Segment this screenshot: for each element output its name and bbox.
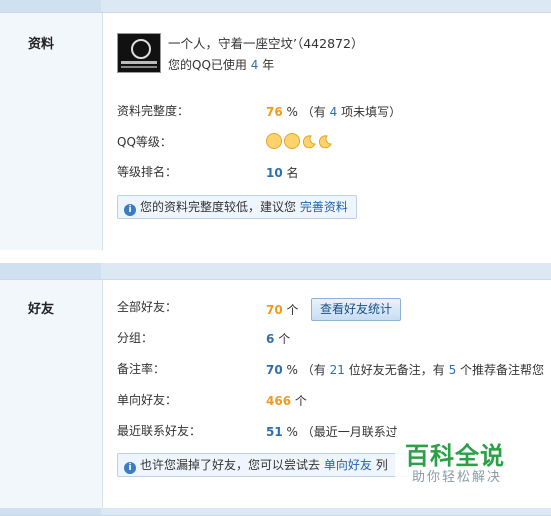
- rank-row: 10 名: [266, 164, 299, 181]
- profile-notice: i 您的资料完整度较低，建议您 完善资料: [117, 195, 357, 219]
- years-value: 4: [250, 58, 259, 72]
- friends-notice: i 也许您漏掉了好友，您可以尝试去 单向好友 列: [117, 453, 409, 477]
- all-friends-label: 全部好友：: [117, 300, 178, 314]
- watermark-subtitle: 助你轻松解决: [412, 470, 503, 485]
- rank-label: 等级排名：: [117, 165, 178, 179]
- sun-icon: [266, 133, 282, 149]
- recent-label: 最近联系好友：: [117, 424, 202, 438]
- groups-row: 6 个: [266, 330, 290, 347]
- completeness-missing: 4: [329, 105, 338, 119]
- recent-value: 51: [266, 425, 283, 439]
- remark-value: 70: [266, 363, 283, 377]
- profile-section-title: 资料: [28, 37, 55, 52]
- oneway-label: 单向好友：: [117, 393, 178, 407]
- info-icon: i: [124, 204, 136, 216]
- recent-unit: %: [286, 425, 298, 439]
- completeness-note-suffix: 项未填写）: [341, 105, 402, 119]
- completeness-value: 76: [266, 105, 283, 119]
- years-prefix: 您的QQ已使用: [168, 58, 247, 72]
- info-icon: i: [124, 462, 136, 474]
- completeness-unit: %: [286, 105, 298, 119]
- nickname: 一个人，守着一座空坟’: [168, 36, 297, 51]
- rank-unit: 名: [286, 166, 299, 180]
- profile-section: 资料 一个人，守着一座空坟’（442872） 您的QQ已使用 4 年 资料完整度…: [0, 13, 551, 250]
- remark-recommend[interactable]: 5: [449, 363, 457, 377]
- all-friends-value: 70: [266, 303, 283, 317]
- complete-profile-link[interactable]: 完善资料: [300, 200, 348, 214]
- completeness-row: 76 % （有 4 项未填写）: [266, 103, 401, 120]
- avatar-emblem: [131, 39, 151, 59]
- remark-label: 备注率：: [117, 362, 166, 376]
- years-line: 您的QQ已使用 4 年: [168, 56, 274, 73]
- all-friends-row: 70 个: [266, 301, 299, 318]
- moon-icon: [302, 135, 316, 149]
- bottom-band-tab: [0, 508, 101, 515]
- level-label: QQ等级：: [117, 135, 172, 149]
- oneway-friends-link[interactable]: 单向好友: [324, 458, 372, 472]
- completeness-label: 资料完整度：: [117, 104, 190, 118]
- remark-row: 70 % （有 21 位好友无备注，有 5 个推荐备注帮您: [266, 361, 544, 378]
- years-suffix: 年: [262, 58, 275, 72]
- level-icons[interactable]: [266, 133, 334, 149]
- moon-icon: [318, 135, 332, 149]
- friends-notice-tail: 列: [375, 458, 388, 472]
- friends-sidebar: 好友: [0, 280, 103, 515]
- recent-note: （最近一月联系过: [301, 425, 398, 439]
- groups-label: 分组：: [117, 331, 154, 345]
- all-friends-unit: 个: [286, 303, 299, 317]
- remark-unremarked: 21: [329, 363, 345, 377]
- nickname-line: 一个人，守着一座空坟’（442872）: [168, 33, 363, 52]
- oneway-value: 466: [266, 394, 292, 408]
- sun-icon: [284, 133, 300, 149]
- friend-stats-button[interactable]: 查看好友统计: [311, 298, 401, 321]
- friends-notice-text: 也许您漏掉了好友，您可以尝试去: [140, 458, 321, 472]
- avatar[interactable]: [117, 33, 161, 73]
- top-band-tab: [0, 0, 101, 12]
- oneway-row: 466 个: [266, 392, 307, 409]
- remark-note-a: （有: [301, 363, 326, 377]
- avatar-text-bar: [121, 61, 157, 64]
- remark-unit: %: [286, 363, 298, 377]
- avatar-text-bar-2: [121, 66, 157, 68]
- groups-unit: 个: [278, 332, 291, 346]
- qq-number: （442872）: [296, 36, 364, 51]
- remark-note-c: 个推荐备注帮您: [460, 363, 545, 377]
- oneway-unit: 个: [294, 394, 307, 408]
- friends-section-title: 好友: [28, 302, 55, 317]
- completeness-note-prefix: （有: [301, 105, 326, 119]
- recent-row: 51 % （最近一月联系过: [266, 423, 398, 440]
- remark-note-b: 位好友无备注，有: [348, 363, 445, 377]
- middle-band: [0, 263, 551, 280]
- middle-band-tab: [0, 263, 101, 279]
- profile-notice-text: 您的资料完整度较低，建议您: [140, 200, 297, 214]
- groups-value: 6: [266, 332, 275, 346]
- top-band: [0, 0, 551, 13]
- profile-sidebar: 资料: [0, 13, 103, 250]
- rank-value: 10: [266, 166, 283, 180]
